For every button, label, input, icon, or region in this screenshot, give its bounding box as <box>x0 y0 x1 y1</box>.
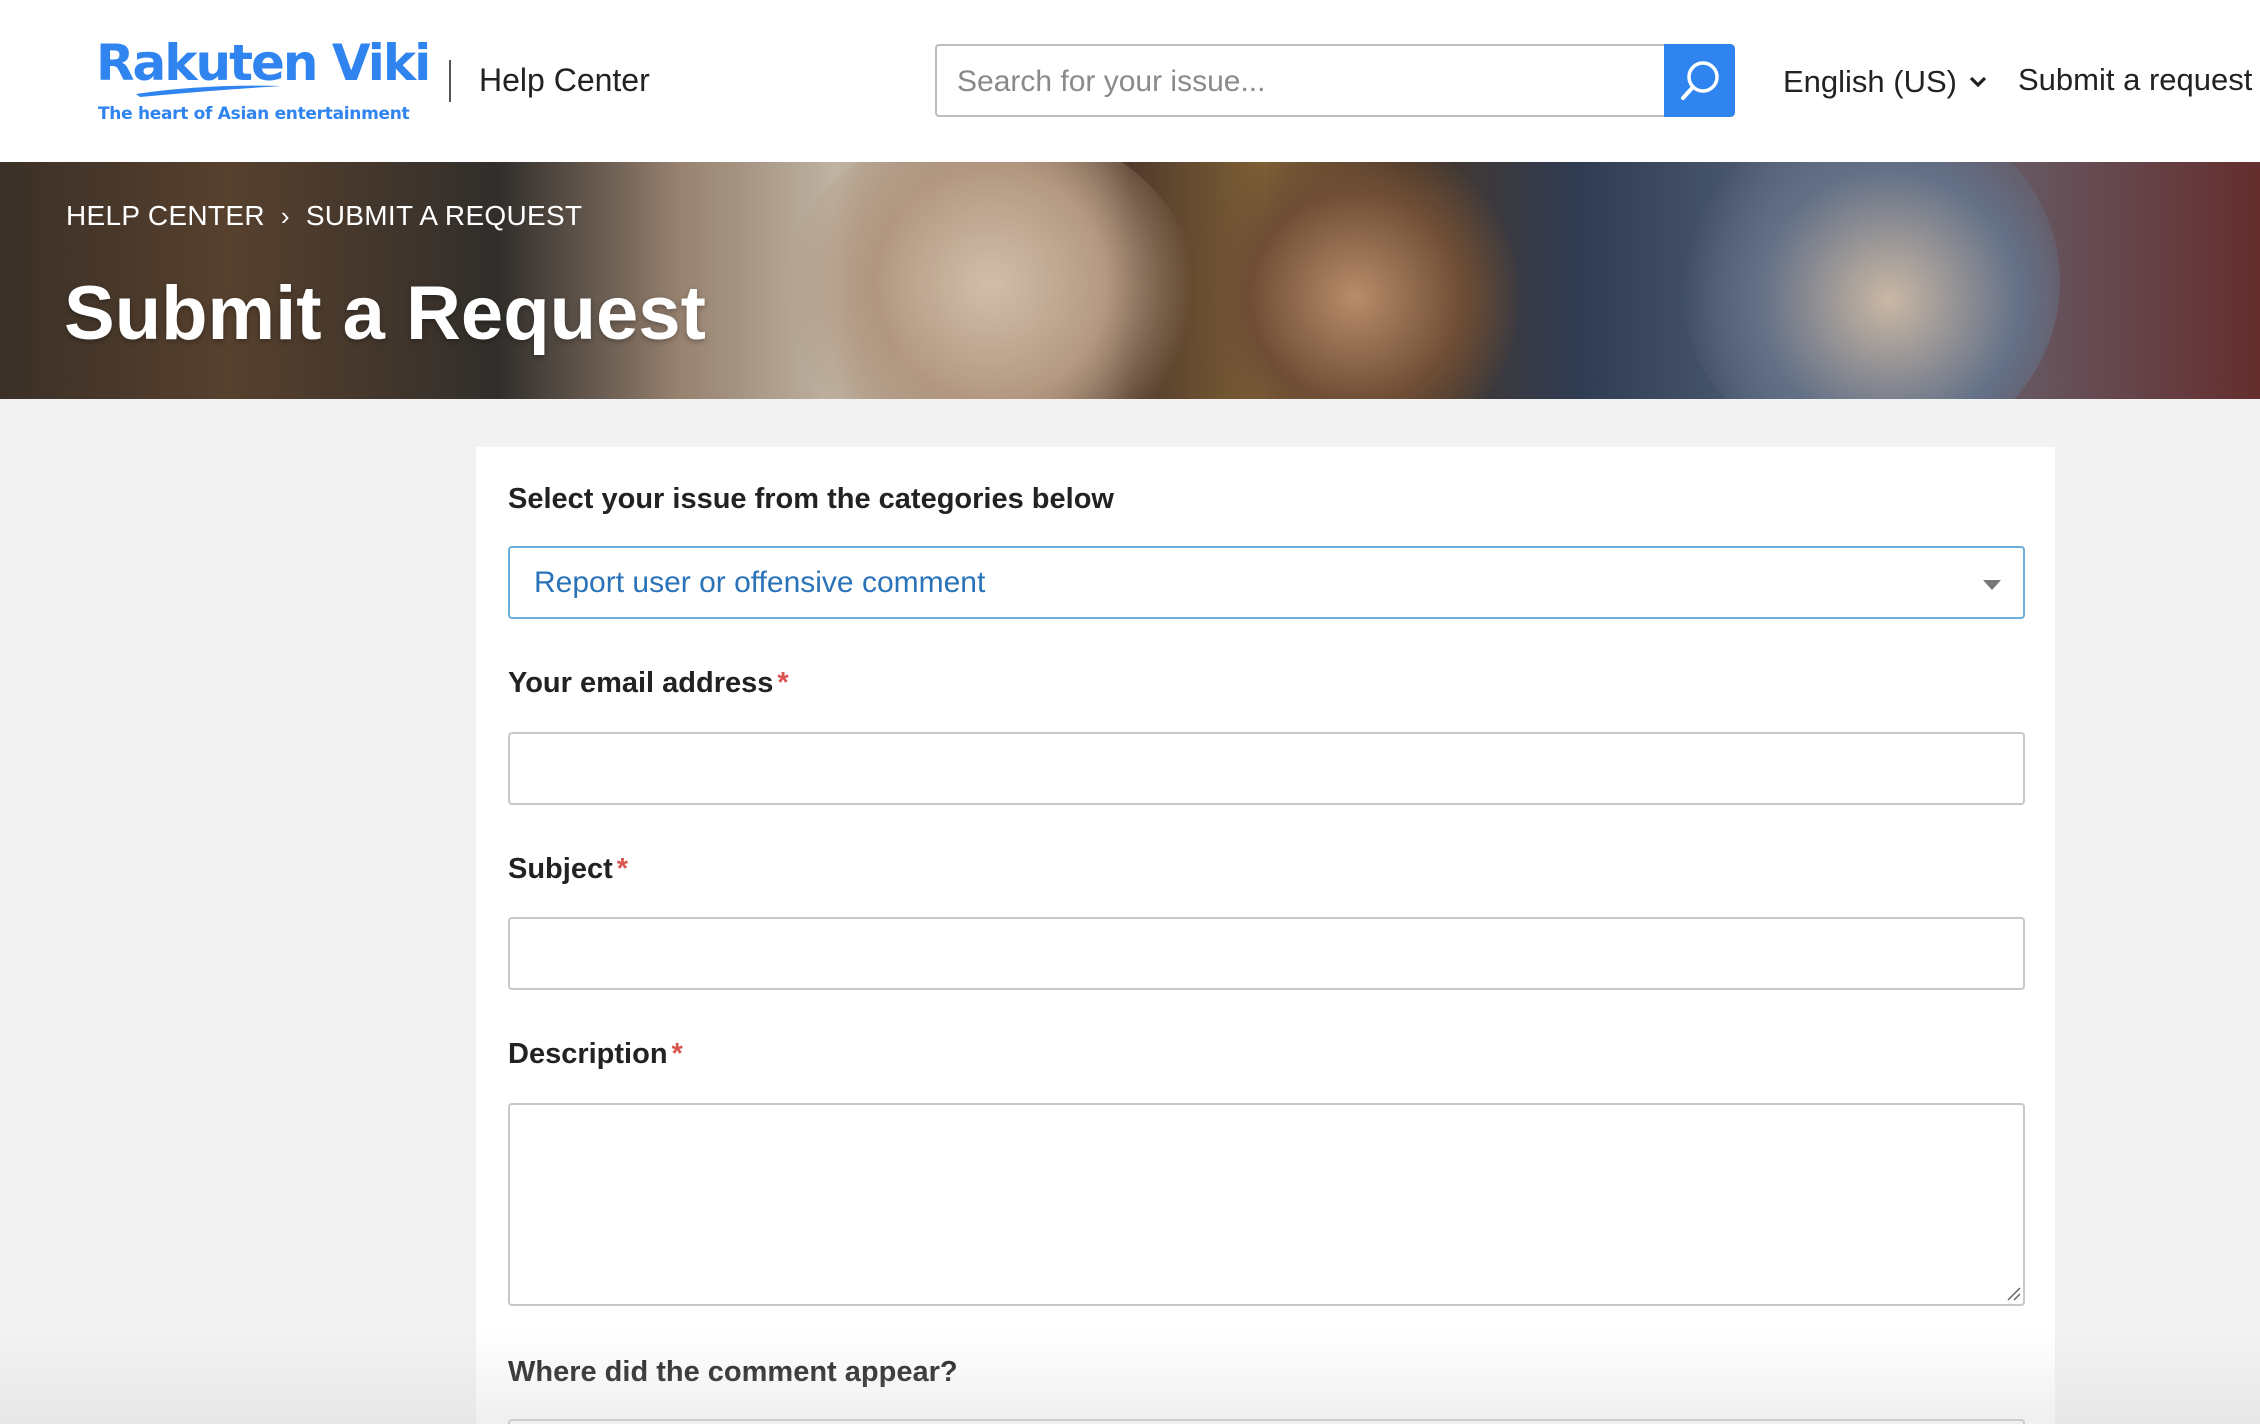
rakuten-viki-logo[interactable]: Rakuten Viki The heart of Asian entertai… <box>96 34 431 130</box>
help-center-title[interactable]: Help Center <box>479 62 650 99</box>
resize-grip-icon[interactable] <box>2005 1285 2021 1301</box>
email-label-text: Your email address <box>508 667 774 699</box>
breadcrumb: HELP CENTER › SUBMIT A REQUEST <box>66 200 582 232</box>
submit-request-link[interactable]: Submit a request <box>2018 62 2252 98</box>
description-field[interactable] <box>508 1103 2025 1306</box>
hero-banner: HELP CENTER › SUBMIT A REQUEST Submit a … <box>0 162 2260 399</box>
required-marker: * <box>671 1038 683 1070</box>
breadcrumb-submit-request[interactable]: SUBMIT A REQUEST <box>306 200 583 232</box>
language-selector[interactable]: English (US) <box>1783 64 1987 100</box>
language-label: English (US) <box>1783 64 1957 99</box>
description-label: Description * <box>508 1038 683 1071</box>
page-title: Submit a Request <box>64 271 706 356</box>
caret-down-icon <box>1983 580 2001 590</box>
required-marker: * <box>777 667 789 699</box>
chevron-down-icon <box>1969 76 1987 88</box>
subject-label: Subject * <box>508 853 628 886</box>
subject-field[interactable] <box>508 917 2025 990</box>
logo-swoosh-icon <box>136 85 282 97</box>
category-select-value: Report user or offensive comment <box>534 566 986 599</box>
search-icon <box>1680 60 1719 100</box>
description-label-text: Description <box>508 1038 668 1070</box>
subject-label-text: Subject <box>508 853 613 885</box>
comment-location-label: Where did the comment appear? <box>508 1356 958 1388</box>
site-header: Rakuten Viki The heart of Asian entertai… <box>0 0 2260 162</box>
breadcrumb-help-center[interactable]: HELP CENTER <box>66 200 265 232</box>
category-select[interactable]: Report user or offensive comment <box>508 546 2025 619</box>
email-field[interactable] <box>508 732 2025 805</box>
required-marker: * <box>616 853 629 885</box>
request-form: Select your issue from the categories be… <box>476 447 2055 1424</box>
logo-tagline: The heart of Asian entertainment <box>98 104 410 124</box>
header-divider <box>449 60 451 102</box>
email-label: Your email address * <box>508 667 789 700</box>
search-box <box>935 44 1735 117</box>
search-input[interactable] <box>957 54 1657 109</box>
search-button[interactable] <box>1664 44 1735 117</box>
comment-location-field[interactable] <box>508 1419 2025 1424</box>
breadcrumb-separator: › <box>280 200 290 231</box>
category-label: Select your issue from the categories be… <box>508 483 1114 515</box>
